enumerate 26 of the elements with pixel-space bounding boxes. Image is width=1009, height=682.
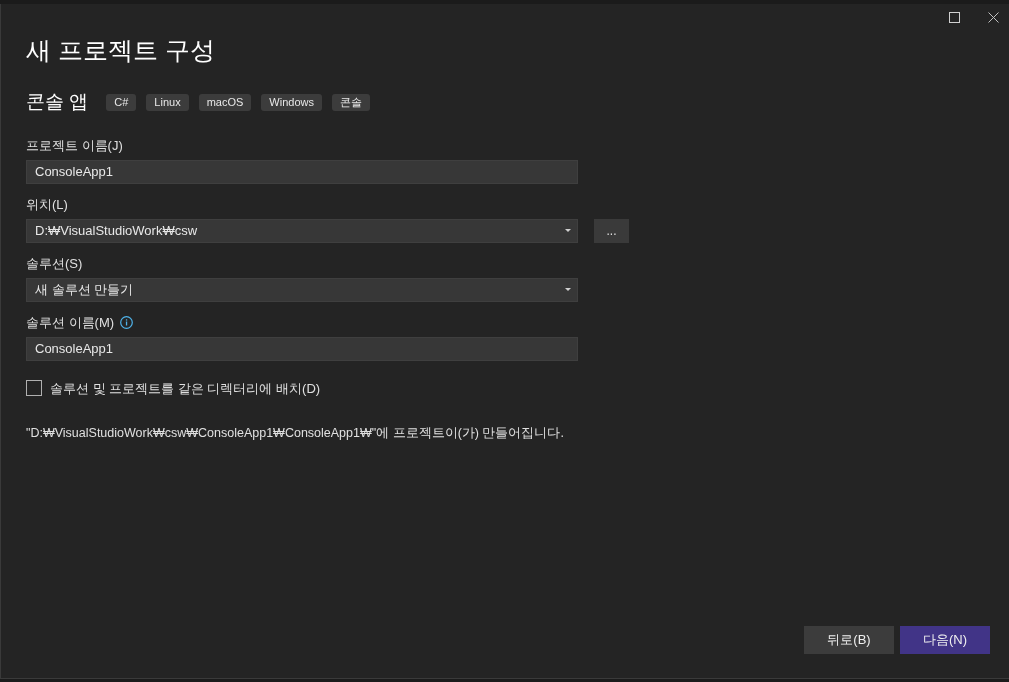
tag: Linux <box>146 93 189 111</box>
field-label: 솔루션 이름(M) <box>26 313 115 332</box>
next-button[interactable]: 다음(N) <box>900 626 990 654</box>
browse-button[interactable]: ... <box>594 218 629 243</box>
input-field[interactable]: ConsoleApp1 <box>26 336 578 361</box>
window-title: 새 프로젝트 구성 <box>26 35 215 66</box>
input-field[interactable]: ConsoleApp1 <box>26 159 578 184</box>
tag: Windows <box>261 93 322 111</box>
info-icon[interactable] <box>120 316 134 329</box>
tag: C# <box>106 93 137 111</box>
back-button[interactable]: 뒤로(B) <box>804 626 894 654</box>
tag: macOS <box>198 93 252 111</box>
field-label: 프로젝트 이름(J) <box>26 136 123 155</box>
tag: 콘솔 <box>331 93 370 111</box>
caret-icon <box>565 229 571 232</box>
maximize-icon[interactable] <box>949 12 960 23</box>
close-icon[interactable] <box>988 12 999 23</box>
summary-text: "D:₩VisualStudioWork₩csw₩ConsoleApp1₩ConsoleApp1₩"에 프로젝트이(가) 만들어집니다. <box>26 425 564 442</box>
template-name: 콘솔 앱 <box>26 90 89 114</box>
dropdown[interactable]: 새 솔루션 만들기 <box>26 277 578 302</box>
caret-icon <box>565 288 571 291</box>
checkbox-label: 솔루션 및 프로젝트를 같은 디렉터리에 배치(D) <box>50 379 321 398</box>
dropdown[interactable]: D:₩VisualStudioWork₩csw <box>26 218 578 243</box>
checkbox[interactable] <box>26 380 42 397</box>
field-label: 위치(L) <box>26 195 68 214</box>
field-label: 솔루션(S) <box>26 254 83 273</box>
